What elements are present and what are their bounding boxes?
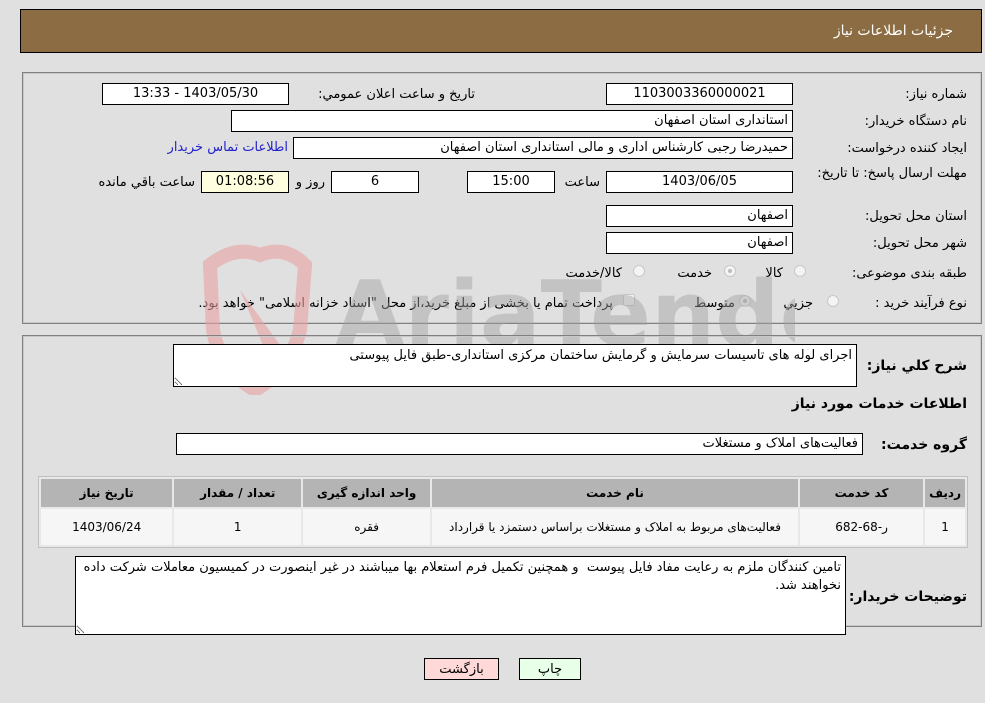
table-header-row: ردیف کد خدمت نام خدمت واحد اندازه گیری ت…	[41, 479, 965, 507]
cell-need-date: 1403/06/24	[41, 509, 173, 545]
province-label: استان محل تحویل:	[865, 209, 967, 224]
page-title: جزئیات اطلاعات نیاز	[833, 23, 953, 39]
description-textarea[interactable]: اجرای لوله های تاسیسات سرمایش و گرمایش س…	[173, 344, 857, 387]
cell-unit: فقره	[303, 509, 431, 545]
city-field[interactable]: اصفهان	[606, 232, 793, 254]
buyer-notes-label: توضیحات خریدار:	[848, 589, 967, 605]
table-row: 1 ر-68-682 فعالیت‌های مربوط به املاک و م…	[41, 509, 965, 545]
back-button[interactable]: بازگشت	[424, 658, 499, 680]
creator-label: ایجاد کننده درخواست:	[847, 141, 967, 156]
creator-field[interactable]: حمیدرضا رجبی کارشناس اداری و مالی استاند…	[293, 137, 793, 159]
purchase-type-radio-minor[interactable]	[827, 295, 839, 307]
cell-row-number: 1	[925, 509, 965, 545]
category-option-goods-service: کالا/خدمت	[565, 266, 622, 281]
cell-service-name: فعالیت‌های مربوط به املاک و مستغلات براس…	[432, 509, 798, 545]
days-remaining-field[interactable]: 6	[331, 171, 419, 193]
city-label: شهر محل تحویل:	[872, 236, 967, 251]
print-button[interactable]: چاپ	[519, 658, 581, 680]
description-label: شرح کلي نیاز:	[866, 358, 967, 374]
deadline-time-label: ساعت	[564, 175, 600, 190]
col-header-row-number: ردیف	[925, 479, 965, 507]
category-radio-goods-service[interactable]	[633, 265, 645, 277]
page-header: جزئیات اطلاعات نیاز	[20, 9, 982, 53]
deadline-time-field[interactable]: 15:00	[467, 171, 555, 193]
buyer-notes-textarea[interactable]: تامین کنندگان ملزم به رعایت مفاد فایل پی…	[75, 556, 846, 635]
col-header-service-name: نام خدمت	[432, 479, 798, 507]
need-number-field[interactable]: 1103003360000021	[606, 83, 793, 105]
category-label: طبقه بندی موضوعی:	[851, 266, 967, 281]
purchase-type-option-medium: متوسط	[694, 296, 735, 311]
purchase-type-label: نوع فرآیند خرید :	[875, 296, 967, 311]
services-table: ردیف کد خدمت نام خدمت واحد اندازه گیری ت…	[38, 476, 968, 548]
service-group-field[interactable]: فعالیت‌های املاک و مستغلات	[176, 433, 863, 455]
cell-quantity: 1	[174, 509, 302, 545]
deadline-date-field[interactable]: 1403/06/05	[606, 171, 793, 193]
col-header-need-date: تاریخ نیاز	[41, 479, 173, 507]
need-number-label: شماره نیاز:	[905, 87, 967, 102]
col-header-service-code: کد خدمت	[799, 479, 924, 507]
treasury-payment-note: پرداخت تمام یا بخشی از مبلغ خرید،از محل …	[198, 296, 613, 311]
treasury-payment-checkbox[interactable]	[623, 294, 635, 306]
remaining-time-field: 01:08:56	[201, 171, 289, 193]
buyer-org-field[interactable]: استانداری استان اصفهان	[231, 110, 793, 132]
purchase-type-radio-medium[interactable]	[739, 295, 751, 307]
category-option-service: خدمت	[677, 266, 712, 281]
announce-datetime-field[interactable]: 1403/05/30 - 13:33	[102, 83, 289, 105]
deadline-label: مهلت ارسال پاسخ: تا تاریخ:	[817, 166, 967, 181]
cell-service-code: ر-68-682	[799, 509, 924, 545]
service-group-label: گروه خدمت:	[881, 437, 967, 453]
category-radio-service[interactable]	[724, 265, 736, 277]
announce-datetime-label: تاریخ و ساعت اعلان عمومي:	[318, 87, 475, 102]
category-radio-goods[interactable]	[794, 265, 806, 277]
buyer-contact-link[interactable]: اطلاعات تماس خریدار	[168, 140, 288, 155]
days-label: روز و	[295, 175, 325, 190]
category-option-goods: کالا	[765, 266, 783, 281]
province-field[interactable]: اصفهان	[606, 205, 793, 227]
remaining-time-label: ساعت باقي مانده	[98, 175, 195, 190]
services-heading: اطلاعات خدمات مورد نیاز	[791, 396, 967, 412]
purchase-type-option-minor: جزيي	[783, 296, 813, 311]
buyer-org-label: نام دستگاه خریدار:	[864, 114, 967, 129]
col-header-quantity: تعداد / مقدار	[174, 479, 302, 507]
col-header-unit: واحد اندازه گیری	[303, 479, 431, 507]
